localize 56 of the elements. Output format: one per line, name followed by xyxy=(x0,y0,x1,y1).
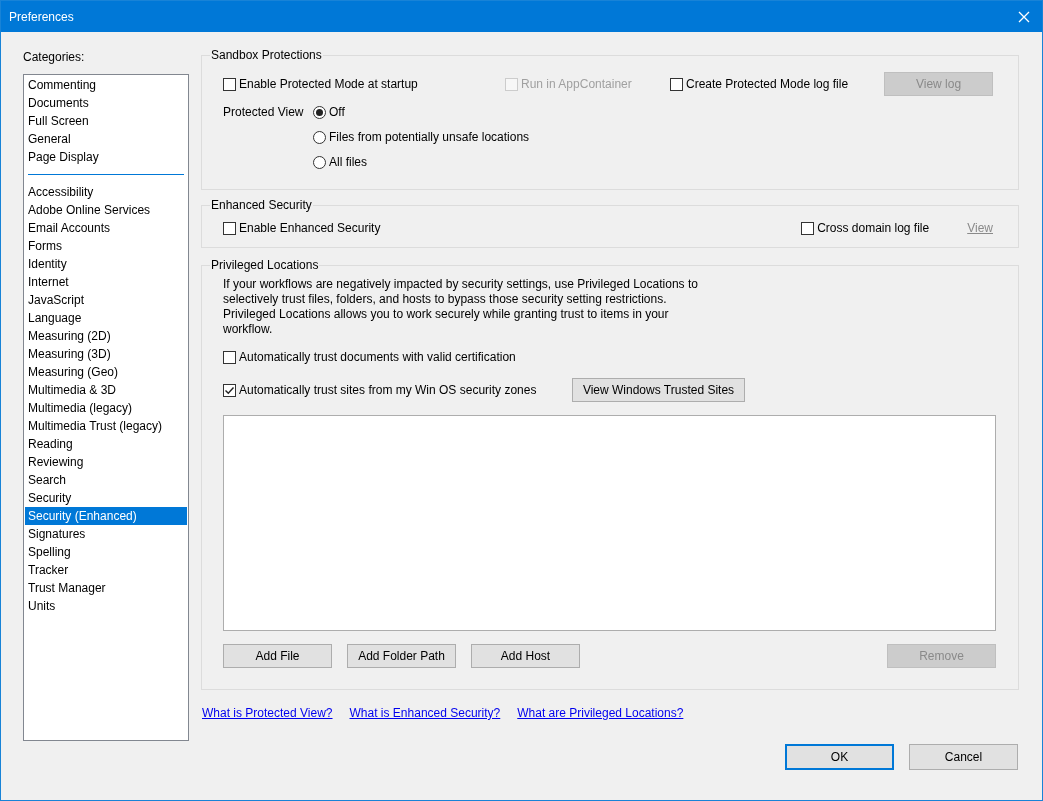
window-title: Preferences xyxy=(9,8,74,26)
radio-button[interactable]: Off xyxy=(313,104,530,120)
category-item[interactable]: Measuring (Geo) xyxy=(25,363,187,381)
category-item[interactable]: Trust Manager xyxy=(25,579,187,597)
button[interactable]: Cancel xyxy=(909,744,1018,770)
button[interactable]: Add File xyxy=(223,644,332,668)
category-item[interactable]: Measuring (3D) xyxy=(25,345,187,363)
description-text: If your workflows are negatively impacted by security settings, use Privileged Locations to selectively trust files, folders, and hosts to bypass those security setting restrictions. Privileged Locations allows you to work securely while granting trust to items in your workflow. xyxy=(223,277,699,337)
help-link[interactable]: What are Privileged Locations? xyxy=(517,704,684,722)
checkbox[interactable]: Create Protected Mode log file xyxy=(670,76,885,92)
protected-view-label: Protected View xyxy=(223,104,305,121)
category-item[interactable]: Multimedia & 3D xyxy=(25,381,187,399)
group-title: Sandbox Protections xyxy=(210,48,323,62)
group-title: Privileged Locations xyxy=(210,258,320,272)
category-item[interactable]: Commenting xyxy=(25,76,187,94)
radio-button[interactable]: Files from potentially unsafe locations xyxy=(313,129,530,145)
category-item[interactable]: Language xyxy=(25,309,187,327)
category-item[interactable]: Documents xyxy=(25,94,187,112)
checkbox[interactable]: Cross domain log file xyxy=(801,220,930,236)
button[interactable]: Add Host xyxy=(471,644,580,668)
category-item[interactable]: Units xyxy=(25,597,187,615)
group-title: Enhanced Security xyxy=(210,198,313,212)
category-item[interactable]: Reviewing xyxy=(25,453,187,471)
category-item[interactable]: Spelling xyxy=(25,543,187,561)
category-item[interactable]: Page Display xyxy=(25,148,187,166)
checkbox[interactable]: Automatically trust sites from my Win OS security zones xyxy=(223,382,572,398)
category-item[interactable]: Forms xyxy=(25,237,187,255)
help-link[interactable]: What is Enhanced Security? xyxy=(349,704,501,722)
category-item[interactable]: Security xyxy=(25,489,187,507)
radio-button[interactable]: All files xyxy=(313,154,530,170)
category-item[interactable]: Email Accounts xyxy=(25,219,187,237)
category-item[interactable]: Accessibility xyxy=(25,183,187,201)
help-link[interactable]: What is Protected View? xyxy=(202,704,333,722)
checkbox[interactable]: Enable Enhanced Security xyxy=(223,220,381,236)
close-icon[interactable] xyxy=(1018,10,1030,23)
checkbox[interactable]: Enable Protected Mode at startup xyxy=(223,76,505,92)
category-item[interactable]: Measuring (2D) xyxy=(25,327,187,345)
category-item[interactable]: Internet xyxy=(25,273,187,291)
category-item[interactable]: Multimedia (legacy) xyxy=(25,399,187,417)
checkbox[interactable]: Automatically trust documents with valid certification xyxy=(223,349,572,365)
category-item[interactable]: Adobe Online Services xyxy=(25,201,187,219)
button[interactable]: OK xyxy=(785,744,894,770)
category-item[interactable]: Security (Enhanced) xyxy=(25,507,187,525)
button[interactable]: View Windows Trusted Sites xyxy=(572,378,745,402)
category-item[interactable]: Multimedia Trust (legacy) xyxy=(25,417,187,435)
checkmark-icon xyxy=(224,384,235,396)
category-item[interactable]: Tracker xyxy=(25,561,187,579)
category-item[interactable]: Identity xyxy=(25,255,187,273)
category-item[interactable]: Reading xyxy=(25,435,187,453)
categories-label: Categories: xyxy=(23,49,86,66)
category-item[interactable]: JavaScript xyxy=(25,291,187,309)
button[interactable]: Add Folder Path xyxy=(347,644,456,668)
category-item[interactable]: General xyxy=(25,130,187,148)
category-item[interactable]: Search xyxy=(25,471,187,489)
category-item[interactable]: Full Screen xyxy=(25,112,187,130)
category-item[interactable]: Signatures xyxy=(25,525,187,543)
